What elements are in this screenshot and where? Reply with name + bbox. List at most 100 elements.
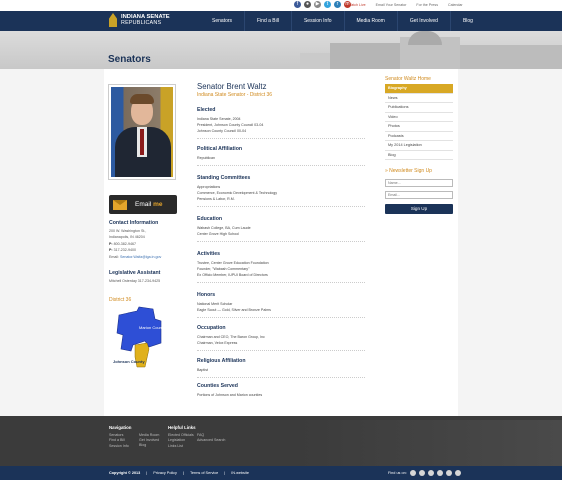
sidebar-item-blog[interactable]: Blog (385, 151, 453, 160)
facebook-icon[interactable]: f (294, 1, 301, 8)
map-label-marion: Marion County (139, 325, 165, 330)
nav-session-info[interactable]: Session Info (290, 11, 344, 31)
rss-icon[interactable] (445, 470, 452, 476)
youtube-icon[interactable] (427, 470, 434, 476)
footer-link[interactable]: Advanced Search (197, 438, 225, 443)
capitol-dome-icon (109, 13, 117, 27)
section-line: Center Grove High School (197, 232, 239, 236)
contact-heading: Contact Information (109, 220, 159, 226)
footer (0, 416, 562, 466)
privacy-policy-link[interactable]: Privacy Policy (153, 471, 177, 475)
section-line: Johnson County Council 00-04 (197, 129, 247, 133)
title-band: Senators (0, 50, 562, 69)
section-title: Elected (197, 107, 216, 113)
me-label: me (153, 201, 163, 208)
rss-icon[interactable]: r (334, 1, 341, 8)
section-line: Ex Officio Member, IUPUI Board of Direct… (197, 273, 268, 277)
twitter-icon[interactable] (436, 470, 443, 476)
watch-live-link[interactable]: Watch Live (348, 3, 366, 7)
newsletter-name-input[interactable] (385, 179, 453, 187)
twitter-icon[interactable]: t (324, 1, 331, 8)
sidebar-item-podcasts[interactable]: Podcasts (385, 132, 453, 141)
phone2-number: 317-232-9400 (113, 248, 136, 253)
footer-navigation-col2: Media Room Get Involved Blog (139, 433, 159, 449)
footer-links-heading: Helpful Links (168, 425, 196, 430)
footer-link[interactable]: Blog (139, 443, 159, 448)
email-link[interactable]: Senator.Waltz@iga.in.gov (120, 255, 161, 259)
section-line: Pensions & Labor, R.M. (197, 197, 235, 201)
profile-header: Senator Brent Waltz Indiana State Senato… (197, 82, 365, 98)
nav-get-involved[interactable]: Get Involved (396, 11, 450, 31)
sidebar-item-photos[interactable]: Photos (385, 122, 453, 132)
in-website-link[interactable]: IN.website (231, 471, 249, 475)
site-logo[interactable]: INDIANA SENATE REPUBLICANS (108, 13, 170, 27)
envelope-icon (113, 199, 127, 210)
map-label-johnson: Johnson County (113, 359, 145, 364)
page-title: Senators (108, 54, 151, 65)
phone2-label: P: (109, 248, 113, 253)
district-map: Marion County Johnson County (113, 306, 165, 368)
utility-bar: f ● ▶ t r m Watch Live Email Your Senato… (0, 0, 562, 11)
main-header: INDIANA SENATE REPUBLICANS Senators Find… (0, 11, 562, 31)
district-heading: District 36 (109, 297, 132, 303)
section-line: Baptist (197, 368, 208, 372)
section-education: Education Wabash College, BA, Cum Laude … (197, 216, 365, 242)
footer-bottom-bar: Copyright © 2013 | Privacy Policy | Term… (0, 466, 562, 480)
facebook-icon[interactable] (409, 470, 416, 476)
flickr-icon[interactable] (418, 470, 425, 476)
footer-link[interactable]: Session Info (109, 444, 131, 449)
sidebar-item-news[interactable]: News (385, 94, 453, 103)
mobile-icon[interactable] (454, 470, 461, 476)
section-line: Chairman, Velox Express (197, 341, 238, 345)
email-senator-link[interactable]: Email Your Senator (376, 3, 407, 7)
logo-line2: REPUBLICANS (121, 20, 162, 26)
section-political-affiliation: Political Affiliation Republican (197, 146, 365, 166)
newsletter-email-input[interactable] (385, 191, 453, 199)
youtube-icon[interactable]: ▶ (314, 1, 321, 8)
flickr-icon[interactable]: ● (304, 1, 311, 8)
senator-role: Indiana State Senator - District 36 (197, 92, 273, 98)
sign-up-button[interactable]: Sign Up (385, 204, 453, 214)
section-title: Education (197, 216, 223, 222)
section-religious-affiliation: Religious Affiliation Baptist (197, 358, 365, 378)
copyright-text: Copyright © 2013 (109, 471, 141, 475)
section-title: Honors (197, 292, 216, 298)
newsletter-heading: » Newsletter Sign Up (385, 168, 432, 174)
for-the-press-link[interactable]: For the Press (416, 3, 438, 7)
section-elected: Elected Indiana State Senate, 2004 Presi… (197, 107, 365, 139)
footer-navigation: Navigation Senators Find a Bill Session … (109, 425, 131, 449)
address-line2: Indianapolis, IN 46204 (109, 235, 145, 240)
top-links: Watch Live Email Your Senator For the Pr… (348, 3, 463, 7)
sidebar-item-publications[interactable]: Publications (385, 103, 453, 113)
contact-info: Contact Information 200 W. Washington St… (109, 220, 161, 261)
nav-blog[interactable]: Blog (449, 11, 485, 31)
section-title: Religious Affiliation (197, 358, 246, 364)
assistant-info: Legislative Assistant Mitchell Osterday … (109, 270, 160, 284)
nav-media-room[interactable]: Media Room (343, 11, 397, 31)
footer-link[interactable]: Links List (168, 444, 196, 449)
main-nav: Senators Find a Bill Session Info Media … (200, 11, 485, 31)
section-activities: Activities Trustee, Center Grove Educati… (197, 251, 365, 283)
sidebar-item-video[interactable]: Video (385, 113, 453, 122)
sidebar-item-biography[interactable]: Biography (385, 84, 453, 94)
nav-senators[interactable]: Senators (200, 11, 244, 31)
assistant-heading: Legislative Assistant (109, 270, 161, 276)
section-title: Activities (197, 251, 221, 257)
sidebar-item-legislation[interactable]: My 2014 Legislation (385, 141, 453, 151)
footer-nav-heading: Navigation (109, 425, 132, 430)
section-honors: Honors National Merit Scholar Eagle Scou… (197, 292, 365, 318)
terms-of-service-link[interactable]: Terms of Service (190, 471, 218, 475)
phone-number: 800-382-9467 (113, 241, 136, 246)
section-title: Political Affiliation (197, 146, 243, 152)
senator-photo (108, 84, 176, 180)
section-line: Republican (197, 156, 215, 160)
find-us-label: Find us on: (388, 471, 407, 475)
section-title: Standing Committees (197, 175, 251, 181)
nav-find-a-bill[interactable]: Find a Bill (244, 11, 291, 31)
address-line1: 200 W. Washington St., (109, 228, 147, 233)
section-line: Eagle Scout — Gold, Silver and Bronze Pa… (197, 308, 271, 312)
calendar-link[interactable]: Calendar (448, 3, 463, 7)
sidebar-heading[interactable]: Senator Waltz Home (385, 76, 453, 82)
email-me-button[interactable]: Email me (109, 195, 177, 214)
section-standing-committees: Standing Committees Appropriations Comme… (197, 175, 365, 207)
